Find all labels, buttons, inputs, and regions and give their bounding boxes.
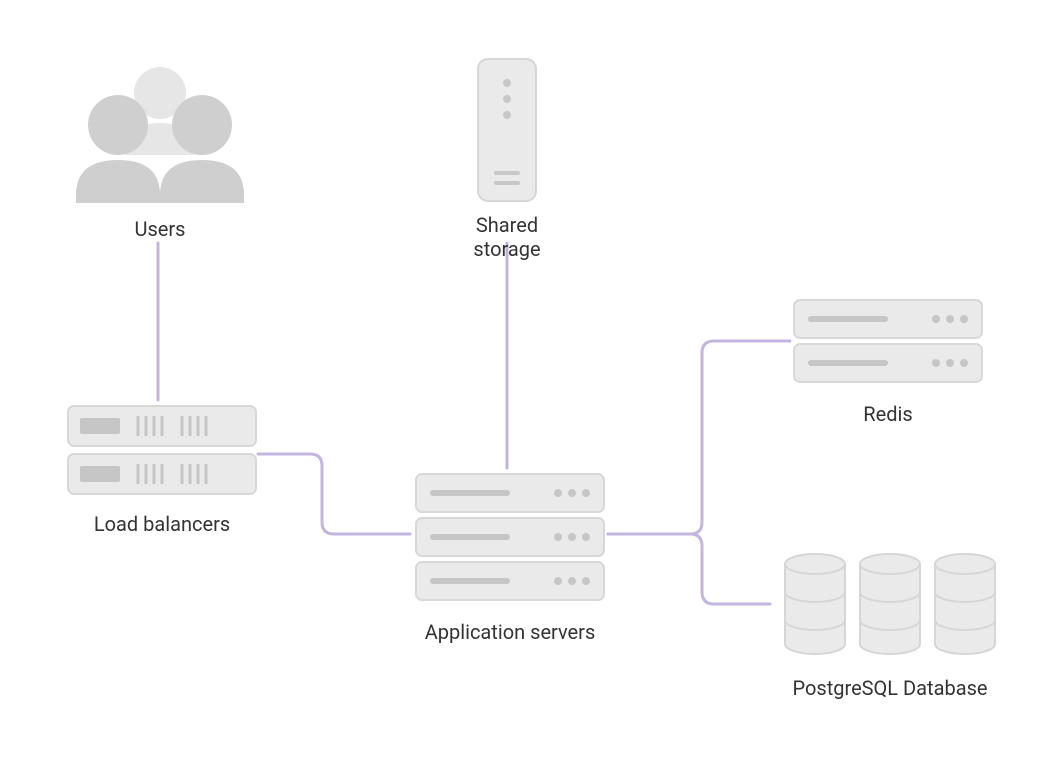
connector-appservers-postgresql	[608, 534, 770, 604]
users-icon	[70, 55, 250, 205]
node-load-balancers: Load balancers	[62, 400, 262, 536]
application-servers-label: Application servers	[410, 620, 610, 644]
redis-label: Redis	[788, 402, 988, 426]
shared-storage-icon	[468, 55, 546, 205]
redis-icon	[790, 296, 986, 390]
load-balancers-label: Load balancers	[62, 512, 262, 536]
node-postgresql: PostgreSQL Database	[770, 544, 1010, 700]
node-redis: Redis	[788, 296, 988, 426]
node-users: Users	[70, 55, 250, 241]
connector-loadbalancers-appservers	[258, 454, 410, 534]
connector-appservers-redis	[608, 341, 790, 534]
postgresql-label: PostgreSQL Database	[770, 676, 1010, 700]
application-servers-icon	[412, 468, 608, 608]
users-label: Users	[70, 217, 250, 241]
load-balancers-icon	[64, 400, 260, 500]
postgresql-icon	[775, 544, 1005, 664]
node-shared-storage: Shared storage	[442, 55, 572, 261]
shared-storage-label: Shared storage	[442, 213, 572, 261]
node-application-servers: Application servers	[410, 468, 610, 644]
